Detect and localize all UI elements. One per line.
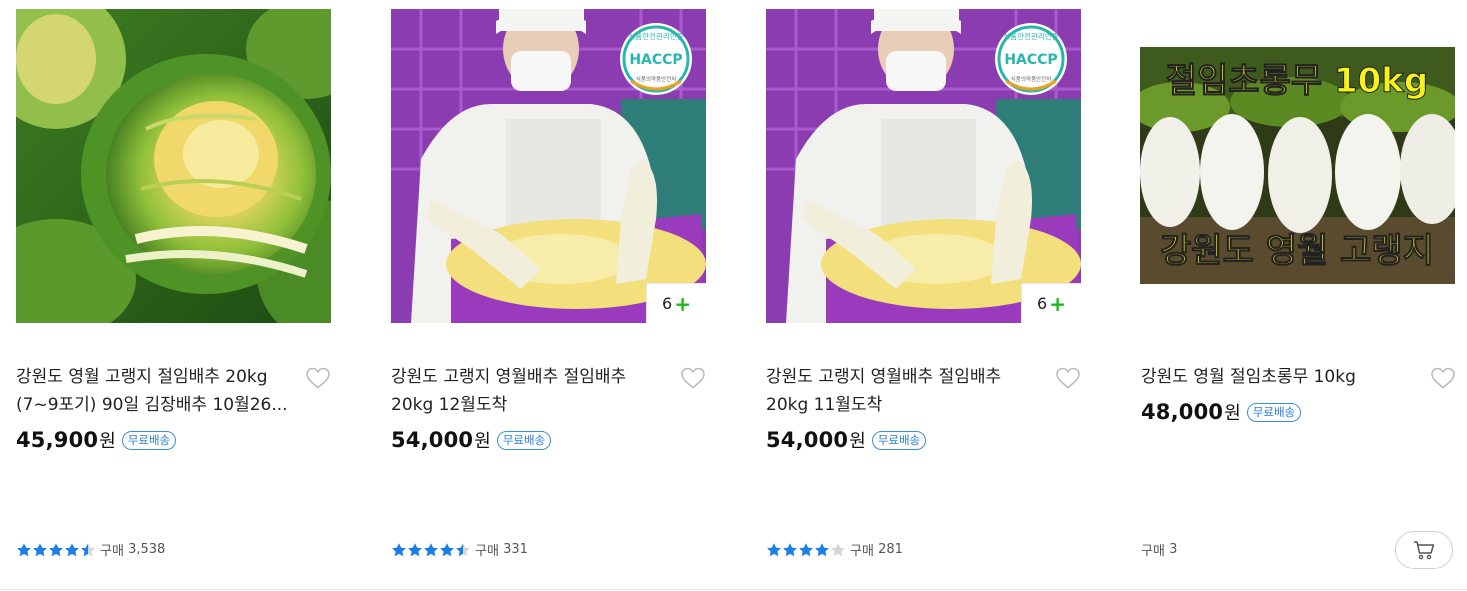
product-title-line[interactable]: 20kg 11월도착 xyxy=(766,391,1036,419)
more-images-badge[interactable]: 6 + xyxy=(646,283,706,323)
worker-salted-cabbage-photo: 식품안전관리인증 HACCP 식품의약품안전처 xyxy=(766,9,1081,323)
image-caption-bottom: 강원도 영월 고랭지 xyxy=(1160,231,1434,271)
napa-cabbage-photo xyxy=(16,9,331,323)
purchase-label: 구매 xyxy=(850,544,874,559)
purchase-count: 281 xyxy=(878,542,903,557)
product-grid: 강원도 영월 고랭지 절임배추 20kg (7~9포기) 90일 김장배추 10… xyxy=(0,0,1467,591)
product-title-line[interactable]: 20kg 12월도착 xyxy=(391,391,661,419)
product-title-line[interactable]: 강원도 영월 고랭지 절임배추 20kg xyxy=(16,363,286,391)
cart-icon xyxy=(1414,541,1435,560)
purchase-count: 3,538 xyxy=(128,542,166,557)
more-images-count: 6 xyxy=(1037,294,1048,313)
product-image[interactable]: 절임초롱무 10kg 강원도 영월 고랭지 xyxy=(1140,47,1455,284)
price-currency: 원 xyxy=(1224,403,1241,424)
rating-stars xyxy=(16,542,96,558)
star-icon xyxy=(424,542,438,556)
heart-outline-icon[interactable] xyxy=(680,366,706,390)
star-icon xyxy=(49,542,63,556)
product-price: 45,900 xyxy=(16,428,99,452)
product-price: 48,000 xyxy=(1141,400,1224,424)
price-currency: 원 xyxy=(99,431,116,452)
plus-icon: + xyxy=(1049,291,1066,316)
haccp-bottom-text: 식품의약품안전처 xyxy=(636,75,676,83)
product-price: 54,000 xyxy=(391,428,474,452)
price-row: 54,000 원 무료배송 xyxy=(391,427,552,453)
price-currency: 원 xyxy=(474,431,491,452)
star-icon xyxy=(81,542,95,556)
product-price: 54,000 xyxy=(766,428,849,452)
star-icon xyxy=(17,542,31,556)
free-shipping-badge: 무료배송 xyxy=(121,430,177,450)
star-icon xyxy=(408,542,422,556)
free-shipping-badge: 무료배송 xyxy=(871,430,927,450)
product-meta: 구매 331 xyxy=(391,540,528,559)
star-icon xyxy=(440,542,454,556)
haccp-label: HACCP xyxy=(1004,52,1057,68)
star-icon xyxy=(783,542,797,556)
haccp-bottom-text: 식품의약품안전처 xyxy=(1011,75,1051,83)
product-meta: 구매 281 xyxy=(766,540,903,559)
product-image[interactable] xyxy=(16,9,331,323)
star-icon xyxy=(815,542,829,556)
purchase-label: 구매 xyxy=(1141,544,1165,559)
product-title[interactable]: 강원도 고랭지 영월배추 절임배추 20kg 11월도착 xyxy=(766,363,1036,419)
image-caption-top: 절임초롱무 10kg xyxy=(1166,61,1429,101)
free-shipping-badge: 무료배송 xyxy=(496,430,552,450)
product-meta: 구매 3 xyxy=(1141,540,1177,559)
haccp-top-text: 식품안전관리인증 xyxy=(628,31,683,41)
product-meta: 구매 3,538 xyxy=(16,540,165,559)
price-currency: 원 xyxy=(849,431,866,452)
star-icon xyxy=(831,542,845,556)
plus-icon: + xyxy=(674,291,691,316)
free-shipping-badge: 무료배송 xyxy=(1246,402,1302,422)
product-image[interactable]: 식품안전관리인증 HACCP 식품의약품안전처 6 + xyxy=(391,9,706,323)
more-images-badge[interactable]: 6 + xyxy=(1021,283,1081,323)
purchase-label: 구매 xyxy=(100,544,124,559)
haccp-top-text: 식품안전관리인증 xyxy=(1003,31,1058,41)
product-card[interactable]: 절임초롱무 10kg 강원도 영월 고랭지 강원도 영월 절임초롱무 10kg … xyxy=(1125,0,1465,591)
radish-photo: 절임초롱무 10kg 강원도 영월 고랭지 xyxy=(1140,47,1455,284)
heart-outline-icon[interactable] xyxy=(305,366,331,390)
product-card[interactable]: 식품안전관리인증 HACCP 식품의약품안전처 6 + 강원도 고랭지 영월배추 … xyxy=(375,0,715,591)
product-title-line[interactable]: 강원도 영월 절임초롱무 10kg xyxy=(1141,363,1411,391)
price-row: 48,000 원 무료배송 xyxy=(1141,399,1302,425)
purchase-count: 331 xyxy=(503,542,528,557)
star-icon xyxy=(456,542,470,556)
product-card[interactable]: 강원도 영월 고랭지 절임배추 20kg (7~9포기) 90일 김장배추 10… xyxy=(0,0,340,591)
star-icon xyxy=(65,542,79,556)
add-to-cart-button[interactable] xyxy=(1395,531,1453,569)
heart-outline-icon[interactable] xyxy=(1055,366,1081,390)
product-title-line[interactable]: (7~9포기) 90일 김장배추 10월26... xyxy=(16,391,286,419)
worker-salted-cabbage-photo: 식품안전관리인증 HACCP 식품의약품안전처 xyxy=(391,9,706,323)
purchase-count: 3 xyxy=(1169,542,1178,557)
price-row: 45,900 원 무료배송 xyxy=(16,427,177,453)
star-icon xyxy=(799,542,813,556)
product-image[interactable]: 식품안전관리인증 HACCP 식품의약품안전처 6 + xyxy=(766,9,1081,323)
price-row: 54,000 원 무료배송 xyxy=(766,427,927,453)
more-images-count: 6 xyxy=(662,294,673,313)
product-title-line[interactable]: 강원도 고랭지 영월배추 절임배추 xyxy=(766,363,1036,391)
purchase-label: 구매 xyxy=(475,544,499,559)
product-title-line[interactable]: 강원도 고랭지 영월배추 절임배추 xyxy=(391,363,661,391)
product-card[interactable]: 식품안전관리인증 HACCP 식품의약품안전처 6 + 강원도 고랭지 영월배추 … xyxy=(750,0,1090,591)
product-title[interactable]: 강원도 영월 절임초롱무 10kg xyxy=(1141,363,1411,391)
product-title[interactable]: 강원도 고랭지 영월배추 절임배추 20kg 12월도착 xyxy=(391,363,661,419)
star-icon xyxy=(392,542,406,556)
heart-outline-icon[interactable] xyxy=(1430,366,1456,390)
product-title[interactable]: 강원도 영월 고랭지 절임배추 20kg (7~9포기) 90일 김장배추 10… xyxy=(16,363,286,419)
divider xyxy=(0,589,1467,590)
star-icon xyxy=(767,542,781,556)
rating-stars xyxy=(391,542,471,558)
star-icon xyxy=(33,542,47,556)
haccp-label: HACCP xyxy=(629,52,682,68)
rating-stars xyxy=(766,542,846,558)
